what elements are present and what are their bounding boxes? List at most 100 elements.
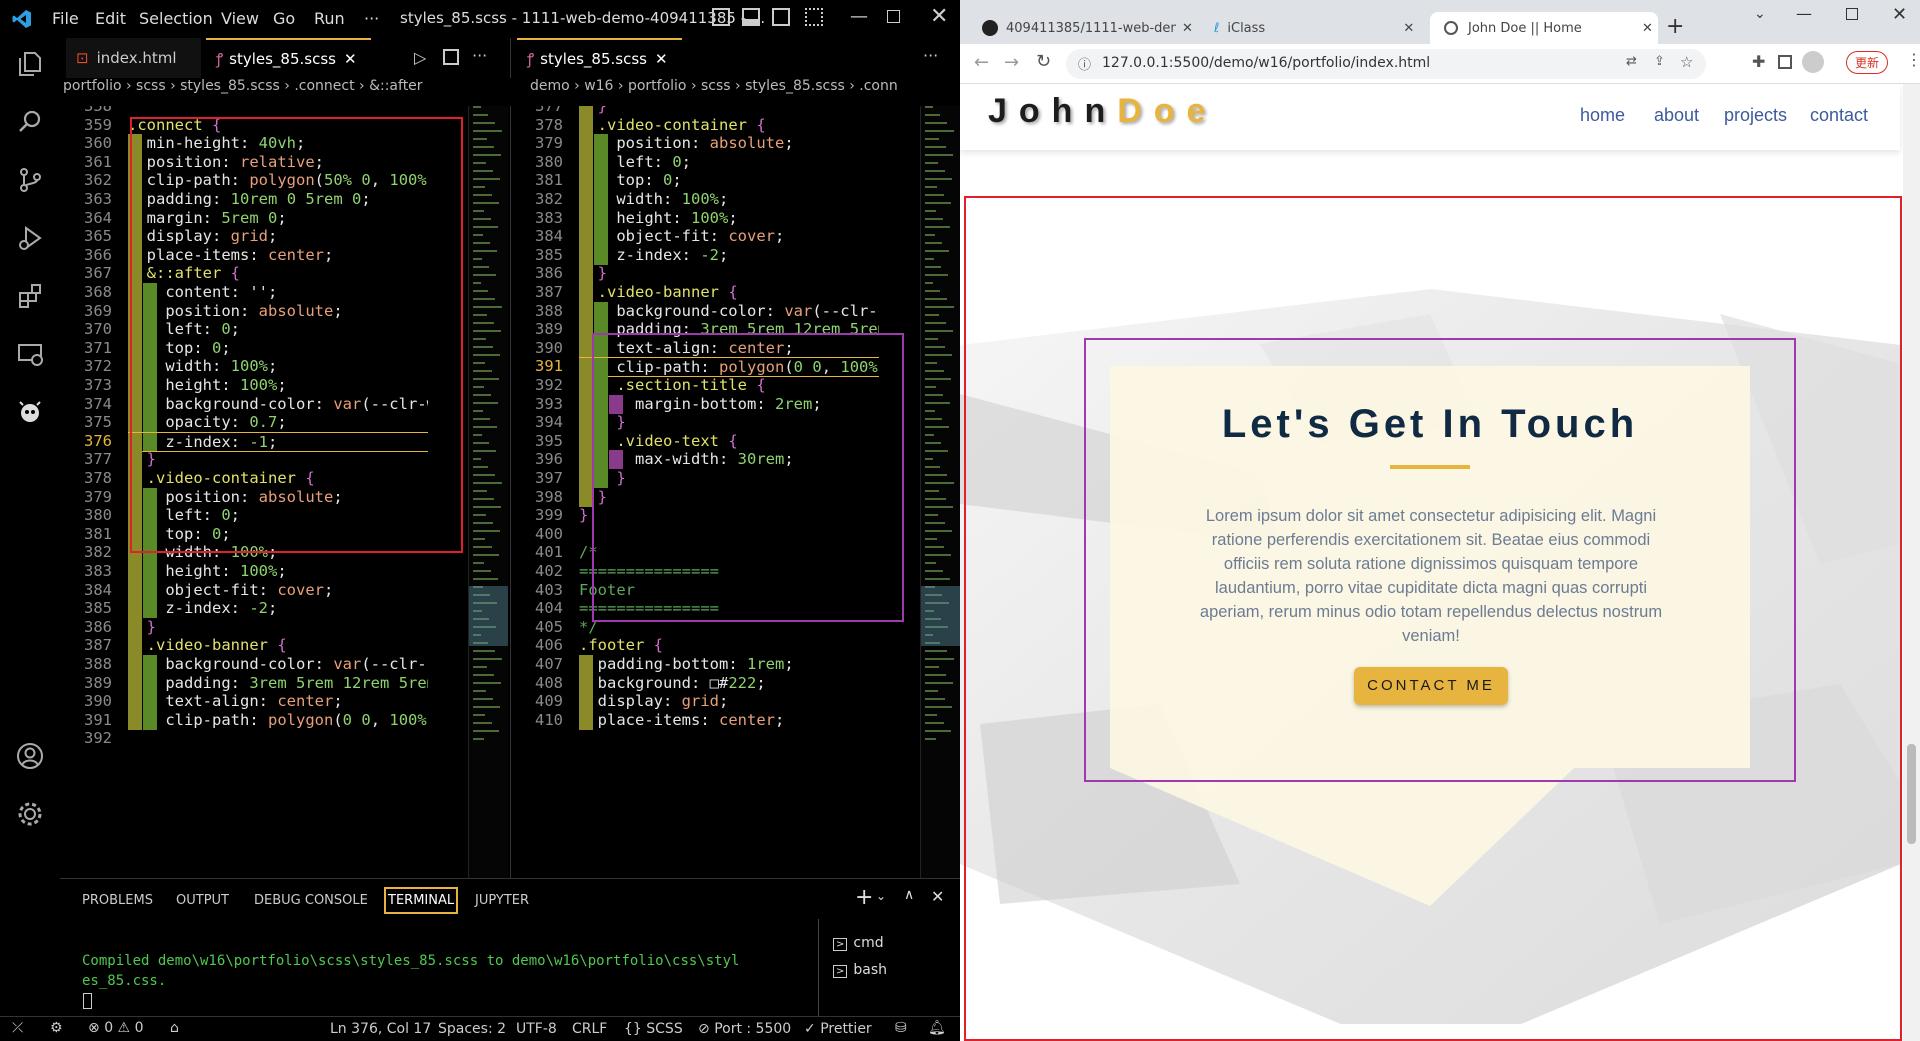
prettier-status[interactable]: ✓ Prettier [804,1021,872,1037]
nav-contact[interactable]: contact [1810,105,1868,126]
bug-extension-icon[interactable] [0,384,60,440]
panel-tab-problems[interactable]: PROBLEMS [82,893,153,908]
close-icon[interactable]: ✕ [1892,4,1907,25]
maximize-icon[interactable] [887,10,900,23]
profile-avatar[interactable] [1802,51,1824,73]
layout-secondary-sidebar-icon[interactable] [772,8,790,26]
menu-go[interactable]: Go [273,9,295,28]
remote-explorer-icon[interactable] [0,326,60,382]
bookmark-star-icon[interactable]: ☆ [1680,53,1693,71]
search-icon[interactable] [0,94,60,150]
extensions-icon[interactable] [0,268,60,324]
menu-edit[interactable]: Edit [95,9,126,28]
line-number: 390 [84,692,112,711]
maximize-icon[interactable] [1846,8,1858,20]
cursor-position[interactable]: Ln 376, Col 17 [330,1021,431,1037]
remote-icon[interactable]: ⤫ [12,1020,23,1036]
minimap[interactable] [920,106,960,878]
live-server-port[interactable]: ⊘ Port : 5500 [698,1021,791,1037]
source-control-icon[interactable] [0,152,60,208]
menu-more[interactable]: ··· [364,9,379,28]
customize-layout-icon[interactable] [805,8,823,26]
layout-sidebar-icon[interactable] [712,8,730,26]
minimap-viewport[interactable] [921,586,960,646]
run-file-icon[interactable]: ▷ [414,48,426,67]
tab-search-icon[interactable]: ⌄ [1754,6,1766,22]
left-breadcrumb[interactable]: portfolio › scss › styles_85.scss › .con… [63,78,508,106]
new-terminal-icon[interactable]: + [855,885,873,910]
chevron-down-icon[interactable]: ⌄ [876,889,886,903]
info-icon[interactable]: ⓘ [1078,54,1091,73]
home-icon[interactable]: ⌂ [170,1020,179,1036]
page-scrollbar[interactable] [1903,84,1920,1041]
feedback-icon[interactable]: ⛁ [895,1020,907,1036]
notifications-bell-icon[interactable]: 🔔︎ [928,1020,946,1036]
scrollbar-thumb[interactable] [1907,744,1916,844]
browser-tab-github[interactable]: 409411385/1111-web-demo ✕ [968,12,1196,44]
minimap[interactable] [468,106,508,878]
errors-status[interactable]: ⊗ 0 ⚠ 0 [88,1020,143,1036]
panel-tab-terminal[interactable]: TERMINAL [384,887,459,914]
tab-close-icon[interactable]: ✕ [344,50,357,68]
minimize-icon[interactable]: — [850,6,868,27]
tab-styles-scss-active[interactable]: ꝭ styles_85.scss ✕ [206,38,371,78]
contact-me-button[interactable]: CONTACT ME [1354,667,1508,705]
url-field[interactable]: ⓘ 127.0.0.1:5500/demo/w16/portfolio/inde… [1066,49,1706,79]
share-icon[interactable]: ⇪ [1654,54,1665,69]
tab-close-icon[interactable]: ✕ [655,50,668,68]
browser-tab-active[interactable]: John Doe || Home ✕ [1430,12,1658,44]
tab-styles-scss-right[interactable]: ꝭ styles_85.scss ✕ [517,38,682,78]
explorer-icon[interactable] [0,36,60,92]
panel-tab-debug-console[interactable]: DEBUG CONSOLE [254,893,368,908]
close-panel-icon[interactable]: ✕ [931,887,944,906]
menu-run[interactable]: Run [314,9,345,28]
run-debug-icon[interactable] [0,210,60,266]
settings-gear-icon[interactable] [0,786,60,842]
right-breadcrumb[interactable]: demo › w16 › portfolio › scss › styles_8… [530,78,960,106]
menu-view[interactable]: View [221,9,259,28]
account-icon[interactable] [0,728,60,784]
indentation[interactable]: Spaces: 2 [438,1021,506,1037]
site-logo[interactable]: JohnDoe [988,92,1217,131]
tab-index-html[interactable]: ⊡ index.html [66,38,201,78]
new-tab-icon[interactable]: + [1666,14,1684,39]
forward-icon[interactable]: → [1004,52,1019,73]
more-actions-icon[interactable]: ··· [923,46,938,65]
menu-selection[interactable]: Selection [139,9,213,28]
back-icon[interactable]: ← [974,52,989,73]
browser-tab-iclass[interactable]: ℓ iClass ✕ [1200,12,1428,44]
encoding[interactable]: UTF-8 [516,1021,557,1037]
chrome-menu-icon[interactable]: ⋮ [1906,50,1920,69]
minimize-icon[interactable]: — [1796,4,1812,23]
minimap-viewport[interactable] [469,586,508,646]
site-navbar: JohnDoe home about projects contact [960,84,1900,150]
extensions-puzzle-icon[interactable]: ✚ [1752,52,1765,71]
panel-tab-output[interactable]: OUTPUT [176,893,229,908]
split-editor-icon[interactable] [443,49,459,65]
panel-tab-jupyter[interactable]: JUPYTER [475,893,529,908]
close-icon[interactable]: ✕ [930,4,948,29]
nav-about[interactable]: about [1654,105,1699,126]
nav-home[interactable]: home [1580,105,1625,126]
language-mode[interactable]: {} SCSS [624,1021,683,1037]
update-button[interactable]: 更新 [1846,51,1889,74]
nav-projects[interactable]: projects [1724,105,1787,126]
tab-close-icon[interactable]: ✕ [1403,21,1414,36]
tab-close-icon[interactable]: ✕ [1182,21,1193,36]
terminal-item-cmd[interactable]: > cmd [833,935,884,951]
more-actions-icon[interactable]: ··· [472,46,487,65]
side-panel-icon[interactable] [1778,55,1792,69]
tab-close-icon[interactable]: ✕ [1642,21,1653,36]
terminal-cursor[interactable] [83,993,92,1009]
minimap-line [925,450,948,452]
layout-panel-icon[interactable] [742,8,760,26]
terminal-item-bash[interactable]: > bash [833,962,887,978]
minimap-line [925,170,945,172]
git-icon[interactable]: ⚙ [50,1020,63,1036]
menu-file[interactable]: File [52,9,79,28]
translate-icon[interactable]: ⇄ [1626,54,1637,69]
reload-icon[interactable]: ↻ [1036,51,1051,72]
line-number: 372 [84,357,112,376]
end-of-line[interactable]: CRLF [572,1021,607,1037]
maximize-panel-icon[interactable]: ∧ [904,887,914,903]
